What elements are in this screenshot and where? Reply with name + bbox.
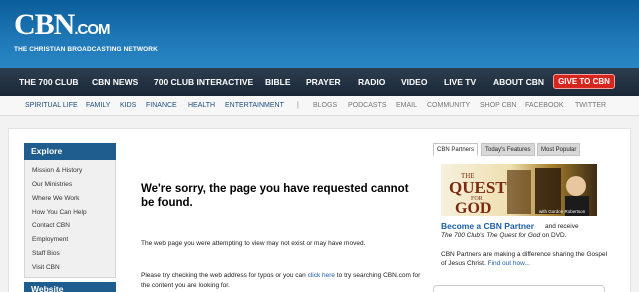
sub-nav: SPIRITUAL LIFE FAMILY KIDS FINANCE HEALT… xyxy=(0,96,639,116)
nav-700-club[interactable]: THE 700 CLUB xyxy=(19,68,79,96)
nav-cbn-news[interactable]: CBN NEWS xyxy=(92,68,138,96)
nav-prayer[interactable]: PRAYER xyxy=(306,68,341,96)
sidebar-link-where-we-work[interactable]: Where We Work xyxy=(32,195,79,202)
nav-700-club-interactive[interactable]: 700 CLUB INTERACTIVE xyxy=(154,68,253,96)
quest-for-god-banner[interactable]: THE QUEST FOR GOD with Gordon Robertson xyxy=(441,164,597,216)
tab-most-popular[interactable]: Most Popular xyxy=(537,143,581,156)
promo-god: GOD xyxy=(455,200,491,216)
sidebar-link-mission-history[interactable]: Mission & History xyxy=(32,167,82,174)
nav-live-tv[interactable]: LIVE TV xyxy=(444,68,476,96)
sidebar-link-employment[interactable]: Employment xyxy=(32,236,68,243)
subnav-twitter[interactable]: TWITTER xyxy=(575,96,606,116)
error-title: We're sorry, the page you have requested… xyxy=(141,183,409,209)
main-nav: THE 700 CLUB CBN NEWS 700 CLUB INTERACTI… xyxy=(0,68,639,96)
explore-heading: Explore xyxy=(24,143,116,160)
tab-cbn-partners[interactable]: CBN Partners xyxy=(433,143,479,156)
nav-about-cbn[interactable]: ABOUT CBN xyxy=(493,68,544,96)
partner-show-name: The 700 Club's xyxy=(441,232,487,239)
subnav-shop-cbn[interactable]: SHOP CBN xyxy=(480,96,516,116)
sidebar-link-visit-cbn[interactable]: Visit CBN xyxy=(32,264,60,271)
partner-dvd-text: The 700 Club's The Quest for God on DVD. xyxy=(441,232,567,239)
quest-for-god-art: THE QUEST FOR GOD with Gordon Robertson xyxy=(449,168,589,216)
sidebar-link-our-ministries[interactable]: Our Ministries xyxy=(32,181,72,188)
partner-dvd-suffix: on DVD. xyxy=(540,232,567,239)
sidebar-link-contact-cbn[interactable]: Contact CBN xyxy=(32,222,70,229)
subnav-kids[interactable]: KIDS xyxy=(120,96,136,116)
website-heading: Website xyxy=(24,282,116,292)
subnav-community[interactable]: COMMUNITY xyxy=(427,96,470,116)
cbn-logo[interactable]: CBN.COM THE CHRISTIAN BROADCASTING NETWO… xyxy=(14,8,158,54)
subnav-separator: | xyxy=(297,102,299,109)
promo-quest: QUEST xyxy=(449,178,507,197)
nav-bible[interactable]: BIBLE xyxy=(265,68,291,96)
subnav-spiritual-life[interactable]: SPIRITUAL LIFE xyxy=(25,96,78,116)
logo-tagline: THE CHRISTIAN BROADCASTING NETWORK xyxy=(14,46,158,53)
error-message: The web page you were attempting to view… xyxy=(141,240,366,247)
logo-suffix: .COM xyxy=(74,21,110,38)
subnav-finance[interactable]: FINANCE xyxy=(146,96,177,116)
right-column-box xyxy=(433,285,605,292)
partner-dvd-title: The Quest for God xyxy=(486,232,541,239)
error-help-before: Please try checking the web address for … xyxy=(141,272,308,279)
nav-radio[interactable]: RADIO xyxy=(358,68,385,96)
sidebar-link-staff-bios[interactable]: Staff Bios xyxy=(32,250,60,257)
site-header: CBN.COM THE CHRISTIAN BROADCASTING NETWO… xyxy=(0,0,639,68)
subnav-podcasts[interactable]: PODCASTS xyxy=(348,96,387,116)
partner-description: CBN Partners are making a difference sha… xyxy=(441,250,611,268)
become-partner-link[interactable]: Become a CBN Partner xyxy=(441,221,534,231)
partner-and-receive: and receive xyxy=(545,223,579,230)
sidebar-link-how-you-can-help[interactable]: How You Can Help xyxy=(32,209,87,216)
subnav-blogs[interactable]: BLOGS xyxy=(313,96,337,116)
logo-text: CBN xyxy=(14,8,75,41)
subnav-family[interactable]: FAMILY xyxy=(86,96,110,116)
subnav-health[interactable]: HEALTH xyxy=(188,96,215,116)
tab-todays-features[interactable]: Today's Features xyxy=(481,143,535,156)
subnav-facebook[interactable]: FACEBOOK xyxy=(525,96,564,116)
subnav-email[interactable]: EMAIL xyxy=(396,96,417,116)
promo-byline: with Gordon Robertson xyxy=(539,209,586,214)
click-here-link[interactable]: click here xyxy=(308,272,335,279)
find-out-how-link[interactable]: Find out how... xyxy=(488,260,530,267)
give-to-cbn-button[interactable]: GIVE TO CBN xyxy=(553,74,615,89)
nav-video[interactable]: VIDEO xyxy=(401,68,427,96)
error-help-text: Please try checking the web address for … xyxy=(141,271,421,291)
subnav-entertainment[interactable]: ENTERTAINMENT xyxy=(225,96,284,116)
